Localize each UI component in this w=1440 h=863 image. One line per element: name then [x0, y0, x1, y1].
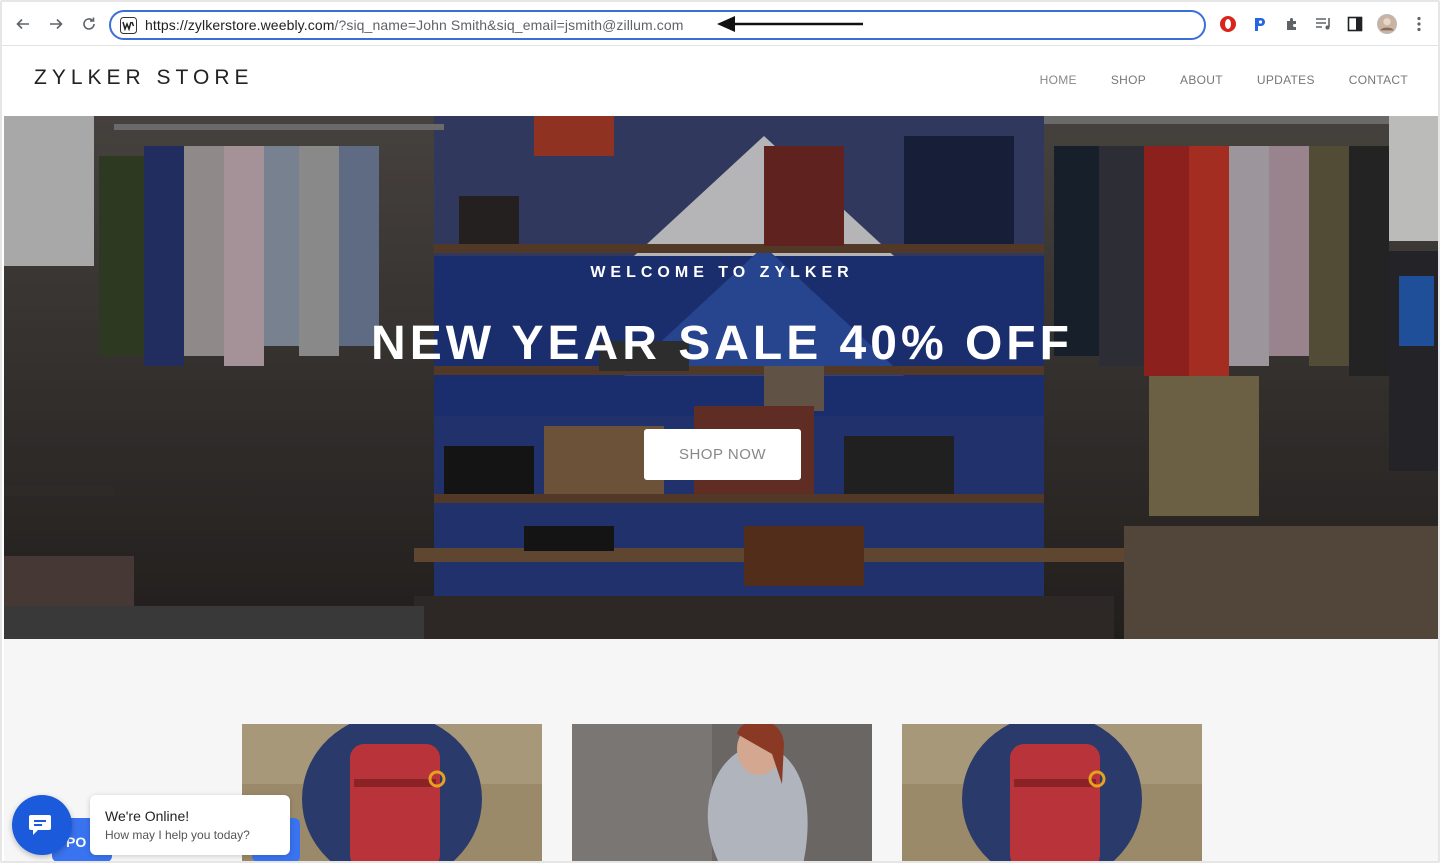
- hero-subtitle: WELCOME TO ZYLKER: [590, 264, 854, 281]
- weebly-favicon-icon: [120, 17, 137, 34]
- site-header: ZYLKER STORE HOME SHOP ABOUT UPDATES CON…: [2, 46, 1438, 116]
- url-host: https://zylkerstore.weebly.com: [145, 17, 335, 33]
- url-path: /?siq_name=John Smith&siq_email=jsmith@z…: [334, 17, 684, 33]
- hero-title: NEW YEAR SALE 40% OFF: [371, 317, 1073, 370]
- p-extension-icon[interactable]: [1250, 14, 1270, 34]
- puzzle-icon[interactable]: [1282, 14, 1302, 34]
- profile-avatar[interactable]: [1377, 14, 1397, 34]
- chat-message: How may I help you today?: [105, 828, 250, 842]
- address-bar[interactable]: https://zylkerstore.weebly.com/?siq_name…: [109, 10, 1206, 40]
- store-interior-image: [4, 116, 1438, 639]
- url-text: https://zylkerstore.weebly.com/?siq_name…: [145, 17, 684, 33]
- chat-title: We're Online!: [105, 808, 190, 824]
- kebab-menu-icon[interactable]: [1409, 14, 1429, 34]
- chat-launcher-button[interactable]: [12, 795, 72, 855]
- site-logo[interactable]: ZYLKER STORE: [34, 66, 254, 90]
- nav-contact[interactable]: CONTACT: [1349, 73, 1408, 87]
- media-icon[interactable]: [1314, 14, 1334, 34]
- product-card-backpack-2[interactable]: [902, 724, 1202, 861]
- shop-now-button[interactable]: SHOP NOW: [644, 429, 801, 480]
- nav-about[interactable]: ABOUT: [1180, 73, 1223, 87]
- hero-banner: WELCOME TO ZYLKER NEW YEAR SALE 40% OFF …: [4, 116, 1438, 639]
- browser-toolbar: https://zylkerstore.weebly.com/?siq_name…: [2, 2, 1438, 46]
- nav-shop[interactable]: SHOP: [1111, 73, 1146, 87]
- chat-bubble-icon: [29, 815, 51, 835]
- chat-greeting-bubble[interactable]: We're Online! How may I help you today?: [90, 795, 290, 855]
- reload-icon[interactable]: [77, 12, 101, 36]
- nav-home[interactable]: HOME: [1040, 73, 1077, 87]
- forward-arrow-icon[interactable]: [44, 12, 68, 36]
- opera-extension-icon[interactable]: [1218, 14, 1238, 34]
- annotation-arrow-icon: [717, 16, 863, 32]
- hoodie-woman-image: [572, 724, 872, 861]
- main-navigation: HOME SHOP ABOUT UPDATES CONTACT: [1040, 73, 1408, 87]
- back-arrow-icon[interactable]: [11, 12, 35, 36]
- product-card-hoodie[interactable]: [572, 724, 872, 861]
- browser-window: https://zylkerstore.weebly.com/?siq_name…: [0, 0, 1440, 863]
- sidebar-icon[interactable]: [1345, 14, 1365, 34]
- nav-updates[interactable]: UPDATES: [1257, 73, 1315, 87]
- backpack-image-2: [902, 724, 1202, 861]
